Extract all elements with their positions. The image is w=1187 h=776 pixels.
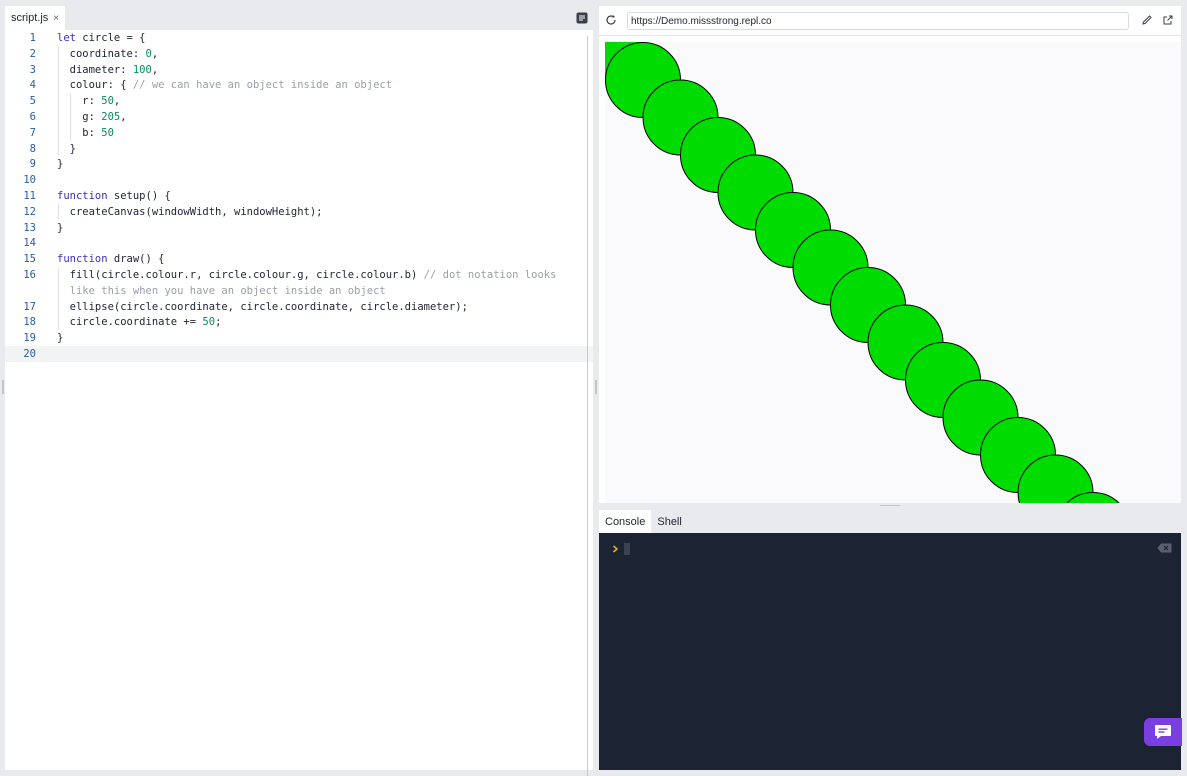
file-tab-label: script.js [11, 12, 49, 24]
code-line[interactable]: 14 [5, 235, 593, 251]
vertical-resize-handle[interactable] [595, 380, 597, 394]
code-line[interactable]: 7 b: 50 [5, 125, 593, 141]
console-tab-shell[interactable]: Shell [651, 510, 687, 533]
indent-guide [58, 267, 59, 331]
line-number: 20 [23, 348, 36, 360]
code-line[interactable]: 20 [5, 346, 593, 362]
editor-menu-icon[interactable] [576, 12, 588, 24]
code-line[interactable]: 3 diameter: 100, [5, 62, 593, 78]
code-line[interactable]: 15 function draw() { [5, 251, 593, 267]
chat-icon [1155, 725, 1171, 739]
code-text: } [57, 221, 64, 234]
line-number: 3 [29, 63, 36, 76]
code-text: diameter: 100, [57, 63, 159, 76]
console-pane: Console Shell [599, 510, 1181, 770]
line-number: 15 [23, 253, 36, 266]
line-number: 5 [29, 95, 36, 108]
code-text: g: 205, [57, 111, 127, 123]
horizontal-resize-handle[interactable] [880, 505, 900, 506]
line-number: 11 [23, 190, 36, 202]
code-line[interactable]: 17 ellipse(circle.coordinate, circle.coo… [5, 299, 593, 315]
line-number: 17 [23, 300, 36, 313]
line-number: 7 [29, 126, 36, 139]
line-number: 6 [29, 111, 36, 123]
editor-tab-bar: script.js × [5, 6, 593, 30]
webview-pane [599, 6, 1181, 503]
console-tab-console[interactable]: Console [599, 510, 652, 533]
url-bar [599, 6, 1181, 36]
external-link-icon[interactable] [1162, 14, 1174, 26]
line-number: 16 [23, 269, 36, 281]
code-text: let circle = { [57, 32, 146, 44]
file-tab-script-js[interactable]: script.js × [5, 6, 66, 30]
code-line[interactable]: 5 r: 50, [5, 93, 593, 109]
code-text: } [57, 158, 64, 171]
code-text: ellipse(circle.coordinate, circle.coordi… [57, 300, 468, 313]
code-editor[interactable]: 1 let circle = {2 coordinate: 0, 3 diamete… [5, 30, 593, 770]
clear-console-icon[interactable] [1157, 543, 1172, 553]
line-number: 8 [29, 142, 36, 155]
chat-button[interactable] [1144, 718, 1182, 746]
reload-icon[interactable] [605, 14, 617, 26]
code-line[interactable]: 2 coordinate: 0, [5, 46, 593, 62]
vertical-resize-handle-left[interactable] [2, 380, 4, 394]
code-text: colour: { // we can have an object insid… [57, 79, 393, 92]
console-output[interactable] [599, 533, 1181, 770]
code-text: function setup() { [57, 190, 171, 202]
code-line[interactable]: 19} [5, 330, 593, 346]
canvas-drawing [605, 42, 1120, 503]
code-text: function draw() { [57, 253, 165, 266]
chevron-right-icon [613, 545, 619, 553]
code-text: coordinate: 0, [57, 47, 159, 60]
code-line[interactable]: 18 circle.coordinate += 50; [5, 314, 593, 330]
code-text: like this when you have an object inside… [69, 284, 386, 297]
editor-pane: script.js × 1 let circle = { 2 coordinate:… [5, 6, 593, 776]
line-number: 14 [23, 237, 36, 250]
url-input[interactable] [627, 12, 1129, 30]
console-input-cursor[interactable] [624, 543, 630, 555]
line-number: 19 [23, 332, 36, 345]
code-line[interactable]: like this when you have an object inside… [5, 283, 593, 299]
code-line[interactable]: 8 } [5, 141, 593, 157]
code-text: } [57, 142, 76, 155]
code-text: circle.coordinate += 50; [57, 316, 222, 329]
indent-guide [58, 45, 59, 157]
line-number: 10 [23, 174, 36, 187]
line-number: 1 [29, 32, 36, 44]
line-number: 2 [29, 47, 36, 60]
editor-scrollbar[interactable] [587, 36, 588, 776]
indent-guide [58, 203, 59, 220]
console-tab-bar: Console Shell [599, 510, 688, 533]
line-number: 4 [29, 79, 36, 92]
line-number: 9 [29, 158, 36, 171]
code-line[interactable]: 6 g: 205, [5, 109, 593, 125]
line-number: 12 [23, 205, 36, 218]
code-text: createCanvas(windowWidth, windowHeight); [57, 205, 323, 218]
code-text: b: 50 [57, 126, 114, 139]
code-text: r: 50, [57, 95, 121, 108]
code-text: fill(circle.colour.r, circle.colour.g, c… [57, 269, 557, 281]
code-line[interactable]: 10 [5, 172, 593, 188]
code-line[interactable]: 13} [5, 220, 593, 236]
p5-canvas[interactable] [605, 42, 1181, 503]
close-tab-icon[interactable]: × [53, 13, 59, 24]
code-text: } [57, 332, 64, 345]
code-line[interactable]: 4 colour: { // we can have an object ins… [5, 77, 593, 93]
code-line[interactable]: 9} [5, 156, 593, 172]
line-number: 18 [23, 316, 36, 329]
code-line[interactable]: 11 function setup() { [5, 188, 593, 204]
line-number: 13 [23, 221, 36, 234]
edit-icon[interactable] [1141, 14, 1153, 26]
code-line[interactable]: 1 let circle = { [5, 30, 593, 46]
code-line[interactable]: 12 createCanvas(windowWidth, windowHeigh… [5, 204, 593, 220]
code-line[interactable]: 16 fill(circle.colour.r, circle.colour.g… [5, 267, 593, 283]
indent-guide [70, 93, 71, 141]
